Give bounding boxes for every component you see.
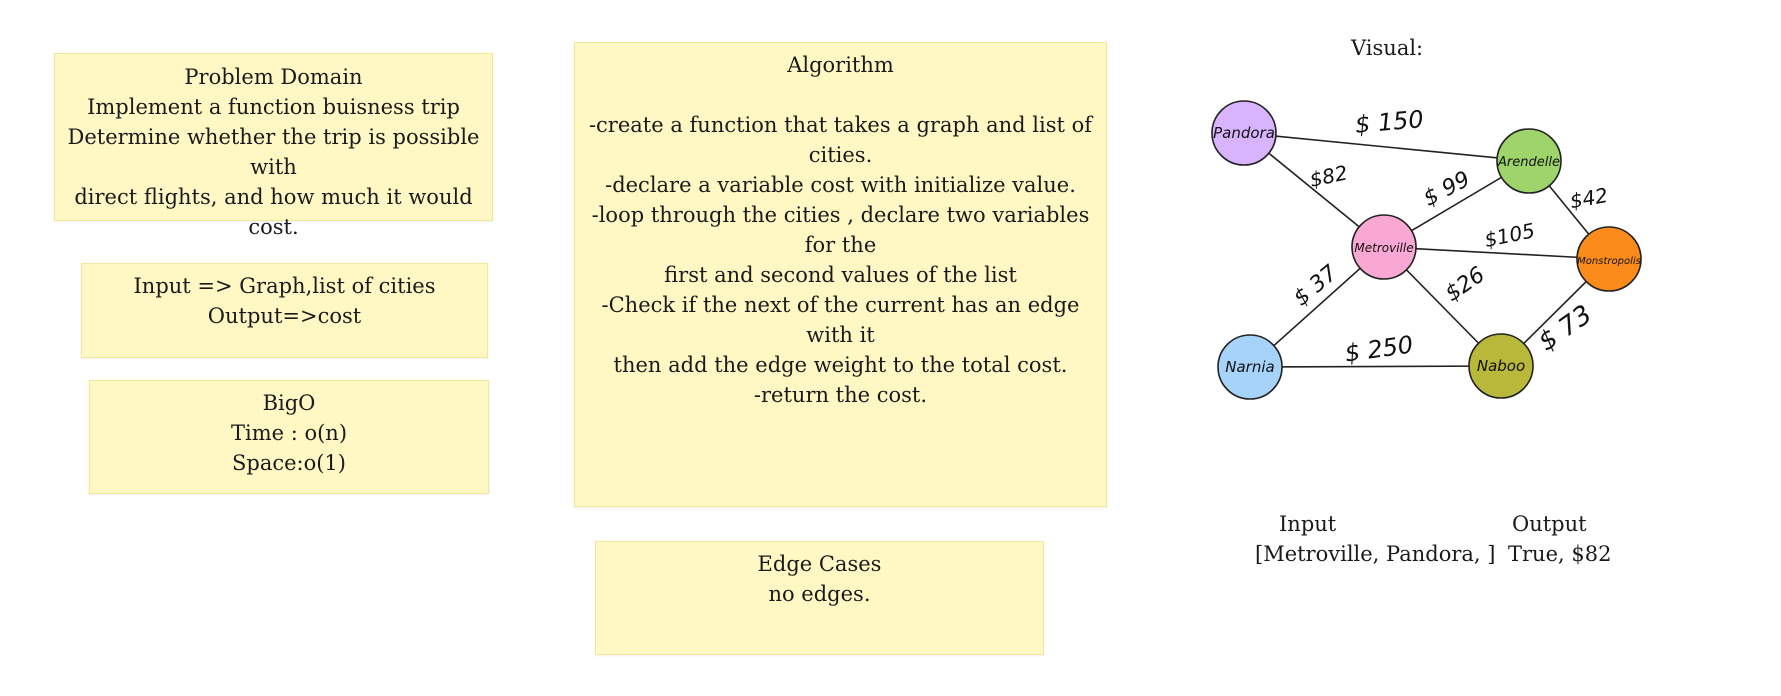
edge-weight-label: $26	[1441, 262, 1490, 307]
edge-weight-label: $42	[1568, 183, 1610, 213]
edge-weight-label: $105	[1482, 218, 1537, 252]
big-o-note: BigO Time : o(n) Space:o(1)	[89, 380, 489, 494]
edge-weight-label: $ 73	[1533, 300, 1598, 358]
problem-domain-note: Problem Domain Implement a function buis…	[54, 53, 493, 239]
problem-domain-title: Problem Domain	[184, 65, 363, 89]
node-label: Monstropolis	[1577, 256, 1641, 267]
edge-cases-note: Edge Cases no edges.	[595, 541, 1044, 655]
example-output-value: True, $82	[1508, 542, 1612, 566]
algorithm-step: -create a function that takes a graph an…	[588, 113, 1093, 167]
algorithm-step: -loop through the cities , declare two v…	[591, 203, 1090, 257]
node-arendelle: Arendelle	[1496, 128, 1562, 194]
algorithm-step: -return the cost.	[753, 383, 928, 407]
edge-cases-text: no edges.	[768, 582, 871, 606]
time-complexity: Time : o(n)	[230, 421, 348, 445]
input-output-note: Input => Graph,list of cities Output=>co…	[81, 263, 488, 358]
problem-domain-line: Implement a function buisness trip	[87, 95, 460, 119]
algorithm-title: Algorithm	[787, 53, 894, 77]
problem-domain-line: direct flights, and how much it would co…	[74, 185, 473, 239]
node-metroville: Metroville	[1351, 214, 1417, 280]
algorithm-step: -Check if the next of the current has an…	[601, 293, 1080, 347]
algorithm-step: then add the edge weight to the total co…	[613, 353, 1068, 377]
edge-weight-label: $ 37	[1289, 261, 1343, 312]
node-pandora: Pandora	[1211, 100, 1277, 166]
algorithm-step: -declare a variable cost with initialize…	[605, 173, 1076, 197]
algorithm-spacer	[575, 80, 1106, 110]
node-label: Metroville	[1354, 241, 1413, 255]
example-input-header: Input	[1279, 512, 1337, 536]
node-narnia: Narnia	[1217, 334, 1283, 400]
big-o-title: BigO	[262, 391, 316, 415]
problem-domain-line: Determine whether the trip is possible w…	[67, 125, 480, 179]
edge-weight-label: $ 150	[1354, 105, 1425, 139]
edge-weight-label: $ 250	[1343, 330, 1415, 367]
edge-pandora-arendelle	[1243, 132, 1530, 162]
flight-graph: $ 150$82 $ 99 $42 $105 $ 37 $26 $ 250 $ 73 Pand…	[1211, 100, 1642, 400]
output-spec: Output=>cost	[207, 304, 362, 328]
edge-weight-label: $ 99	[1419, 167, 1474, 212]
node-naboo: Naboo	[1468, 333, 1534, 399]
edge-weight-label: $82	[1307, 160, 1349, 191]
visual-title: Visual:	[1351, 36, 1424, 60]
example-output-header: Output	[1512, 512, 1587, 536]
node-label: Narnia	[1225, 358, 1274, 376]
edge-narnia-naboo	[1249, 365, 1502, 368]
node-label: Pandora	[1213, 124, 1275, 142]
node-monstropolis: Monstropolis	[1576, 226, 1642, 292]
edge-cases-title: Edge Cases	[757, 552, 882, 576]
node-label: Arendelle	[1497, 155, 1560, 170]
space-complexity: Space:o(1)	[231, 451, 346, 475]
input-spec: Input => Graph,list of cities	[133, 274, 436, 298]
node-label: Naboo	[1477, 357, 1525, 375]
example-input-value: [Metroville, Pandora, ]	[1255, 542, 1496, 566]
algorithm-step: first and second values of the list	[664, 263, 1017, 287]
algorithm-note: Algorithm -create a function that takes …	[574, 42, 1107, 507]
